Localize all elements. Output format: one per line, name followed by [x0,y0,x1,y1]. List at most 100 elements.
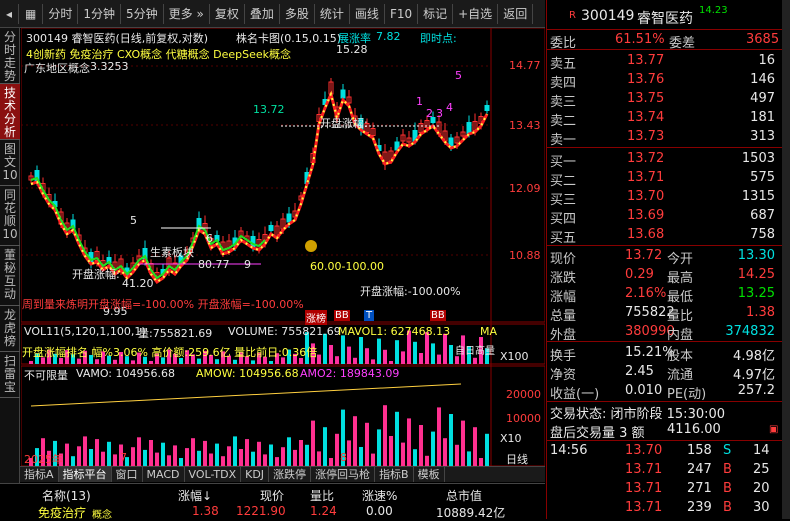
tab-indicator-a[interactable]: 指标A [20,467,59,482]
ask-row: 卖三 13.75 497 [547,90,783,110]
instant-point-label: 即时点: [420,32,457,45]
dash-value: 3.3253 [90,60,129,73]
amount-bar [179,458,183,466]
tab-5min[interactable]: 5分钟 [121,3,164,24]
fund-label-2: 流通 [667,368,694,383]
ask-vol: 313 [750,129,775,144]
tab-limit-pullback[interactable]: 涨停回马枪 [311,467,376,482]
tick-price: 13.71 [625,500,663,515]
amount-bar [95,439,99,466]
tab-kdj[interactable]: KDJ [241,467,270,482]
bid-vol: 575 [750,170,775,185]
amount-bar [191,438,195,466]
tab-limit[interactable]: 涨跌停 [269,467,312,482]
stock-price-mini: 14.23 [699,5,728,16]
add-watchlist-button[interactable]: +自选 [453,3,499,24]
amount-bar [413,449,417,466]
ask-label: 卖一 [550,133,577,148]
day-period-label[interactable]: 日线 [506,451,528,467]
tab-window[interactable]: 窗口 [112,467,143,482]
stat-value-2: 374832 [725,324,775,339]
amount-bar [317,451,321,466]
volume-bar [335,356,339,364]
bid-price: 13.68 [627,227,665,242]
side-tab-ths[interactable]: 同花顺10 [0,186,20,246]
amount-bar [161,442,165,466]
label-4120: 41.20 [122,277,154,290]
side-tab-dongmi[interactable]: 董秘互动 [0,246,20,306]
bid-row: 买五 13.68 758 [547,226,783,246]
tab-indicator-platform[interactable]: 指标平台 [58,467,112,482]
tab-indicator-b[interactable]: 指标B [375,467,414,482]
amount-bar [197,450,201,466]
x-axis-year: 2025年 [24,453,63,466]
mark-5b: 5 [455,69,462,82]
ask-row: 卖一 13.73 313 [547,128,783,148]
amount-bar [143,449,147,466]
fund-value-2: 4.98亿 [733,349,775,364]
side-tab-longhu[interactable]: 龙虎榜 [0,306,20,352]
back-icon[interactable]: ◂ [0,3,20,24]
amount-bar [371,453,375,466]
x-axis-month-7: 7 [120,451,127,464]
side-tab-tech[interactable]: 技术分析 [0,84,20,140]
fund-label: 收益(一) [550,387,600,402]
mark-button[interactable]: 标记 [418,3,454,24]
tab-template[interactable]: 模板 [414,467,445,482]
tab-more[interactable]: 更多 » [164,3,210,24]
col-price[interactable]: 现价 [260,487,284,504]
return-button[interactable]: 返回 [498,3,534,24]
concept-table-header: 名称(13) 涨幅↓ 现价 量比 涨速% 总市值 [0,483,545,503]
amount-bar [89,449,93,466]
f10-button[interactable]: F10 [385,3,419,24]
col-speed[interactable]: 涨速% [362,487,397,504]
draw-line-button[interactable]: 画线 [350,3,385,24]
amount-bar [149,440,153,466]
expand-icon[interactable]: ▣ [769,424,778,435]
volume-bar [359,337,363,364]
tab-fenshi[interactable]: 分时 [43,3,79,24]
weibi-value: 61.51% [615,32,665,47]
volume-bar [419,353,423,364]
tick-count: 20 [753,481,770,496]
region-note: 广东地区概念 [24,62,90,75]
volume-bar [341,335,345,364]
tick-flag: S [723,443,732,458]
grid-icon[interactable]: ▦ [19,3,44,24]
fund-value: 2.45 [625,364,654,379]
fund-value-2: 257.2 [737,383,775,398]
volume-bar [443,333,447,364]
stat-value: 2.16% [625,286,667,301]
stat-value-2: 13.25 [737,286,775,301]
mark-3: 3 [436,107,443,120]
side-tab-saolei[interactable]: 扫雷宝 [0,352,20,398]
bid-vol: 758 [750,227,775,242]
ask-label: 卖四 [550,76,577,91]
fund-value-2: 4.97亿 [733,368,775,383]
bid-vol: 1315 [741,189,775,204]
table-row[interactable]: 免疫治疗 概念 1.38 1221.90 1.24 0.00 10889.42亿 [0,503,545,521]
col-ratio[interactable]: 量比 [310,487,334,504]
side-tab-fenshi[interactable]: 分时走势 [0,28,20,84]
tab-1min[interactable]: 1分钟 [78,3,122,24]
fuquan-button[interactable]: 复权 [210,3,245,24]
amount-bar [167,455,171,466]
amount-bar [305,444,309,466]
tick-price: 13.70 [625,443,663,458]
col-mktcap[interactable]: 总市值 [446,487,482,504]
multi-stock-button[interactable]: 多股 [280,3,315,24]
overlay-button[interactable]: 叠加 [245,3,280,24]
scrollbar[interactable] [782,0,790,519]
mark-1: 1 [416,95,423,108]
volume-bar [449,345,453,364]
side-tab-tuwen[interactable]: 图文10 [0,140,20,186]
amount-bar [461,420,465,466]
kline-chart[interactable] [21,28,545,466]
amount-bar [443,438,447,466]
mark-5: 5 [130,214,137,227]
tab-macd[interactable]: MACD [143,467,185,482]
col-name[interactable]: 名称(13) [42,487,91,504]
tab-vol-tdx[interactable]: VOL-TDX [185,467,242,482]
col-change[interactable]: 涨幅↓ [178,487,212,504]
stats-button[interactable]: 统计 [315,3,350,24]
